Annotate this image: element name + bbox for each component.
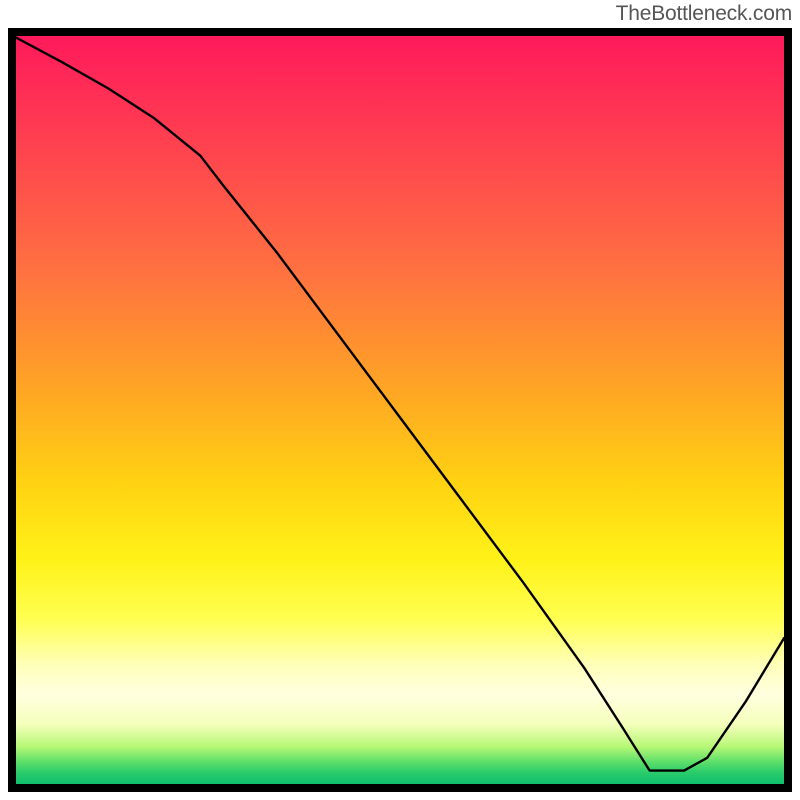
watermark-text: TheBottleneck.com — [616, 2, 792, 26]
bottleneck-curve — [16, 38, 784, 771]
chart-frame — [8, 28, 792, 792]
chart-container: TheBottleneck.com — [0, 0, 800, 800]
curve-svg — [16, 36, 784, 784]
plot-area — [16, 36, 784, 784]
